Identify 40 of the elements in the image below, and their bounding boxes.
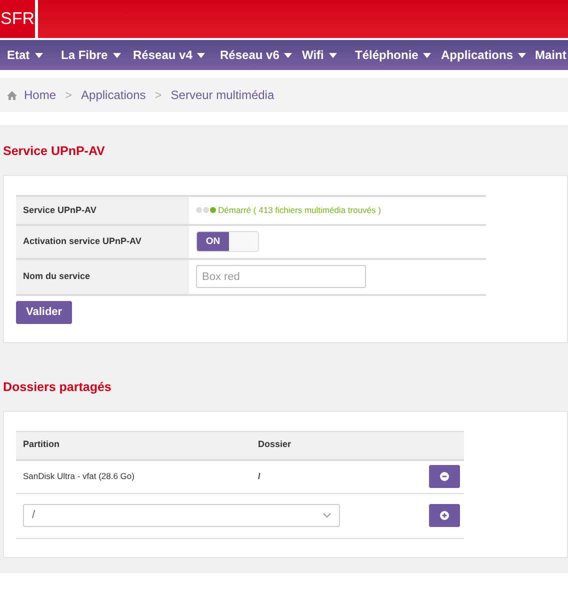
folder-select[interactable]: / [23, 504, 340, 527]
breadcrumb-link[interactable]: Home [24, 86, 56, 104]
home-icon [7, 90, 17, 100]
row-label: Activation service UPnP-AV [16, 226, 189, 258]
nav-menu[interactable]: Réseau v6 [220, 46, 302, 64]
caret-icon [423, 52, 432, 58]
breadcrumb-separator: > [65, 87, 72, 104]
caret-icon [34, 52, 43, 58]
row-label: Nom du service [16, 260, 189, 294]
nav-menu[interactable]: Etat [7, 46, 61, 64]
status-text: Démarré ( 413 fichiers multimédia trouvés ) [218, 204, 381, 217]
nav-menu[interactable]: Maint [535, 46, 566, 64]
nav-menu[interactable]: Réseau v4 [133, 46, 220, 64]
column-header: Partition [22, 438, 61, 452]
add-button[interactable] [429, 504, 460, 527]
column-header: Dossier [258, 438, 292, 452]
minus-icon [440, 472, 449, 481]
caret-icon [112, 52, 121, 58]
nav-menu[interactable]: Applications [441, 46, 535, 64]
nav-menu[interactable]: Wifi [302, 46, 355, 64]
chevron-icon [323, 513, 331, 518]
table-cell-text: SanDisk Ultra - vfat (28.6 Go) [22, 470, 136, 483]
validate-button[interactable]: Valider [16, 300, 72, 324]
logo[interactable]: SFR [0, 0, 38, 38]
caret-icon [328, 52, 337, 58]
caret-icon [197, 52, 206, 58]
toggle-switch[interactable]: ON [196, 231, 259, 252]
table-cell-text: / [258, 470, 262, 483]
plus-icon [440, 511, 449, 520]
nav-menu[interactable]: La Fibre [61, 46, 133, 64]
service-name-field[interactable]: Box red [196, 265, 366, 288]
nav-menu[interactable]: Téléphonie [355, 46, 441, 64]
section-title: Service UPnP-AV [2, 143, 106, 160]
caret-icon [284, 52, 292, 58]
breadcrumb-separator: > [154, 87, 162, 104]
breadcrumb-link[interactable]: Applications [81, 86, 146, 104]
row-label: Service UPnP-AV [16, 196, 189, 224]
remove-button[interactable] [429, 465, 460, 488]
section-title: Dossiers partagés [2, 378, 112, 396]
caret-icon [518, 52, 526, 58]
